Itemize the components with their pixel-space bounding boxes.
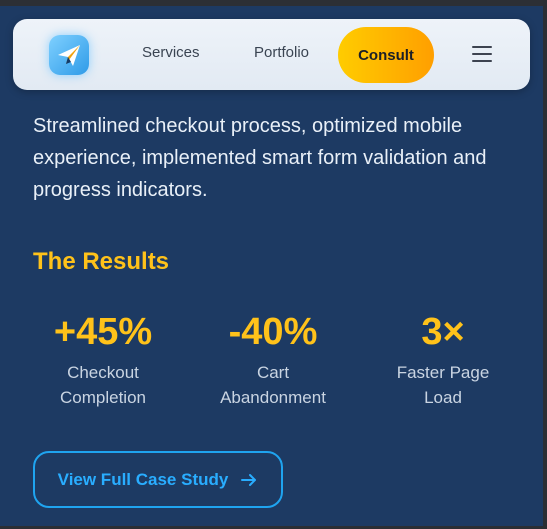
stat-checkout-completion: +45% Checkout Completion <box>18 310 188 410</box>
stat-label-line: Cart <box>256 363 290 382</box>
project-description: Streamlined checkout process, optimized … <box>33 115 487 201</box>
stat-label: Faster Page Load <box>358 360 528 410</box>
consult-button[interactable]: Consult <box>338 27 434 83</box>
stat-cart-abandonment: -40% Cart Abandonment <box>188 310 358 410</box>
logo[interactable] <box>49 35 89 75</box>
stat-label: Checkout Completion <box>18 360 188 410</box>
stat-label-line: Completion <box>60 388 146 407</box>
stat-value: +45% <box>53 311 153 353</box>
view-case-study-button[interactable]: View Full Case Study <box>33 451 283 508</box>
stat-label: Cart Abandonment <box>188 360 358 410</box>
window-frame-right <box>543 0 547 529</box>
stat-label-line: Abandonment <box>220 388 326 407</box>
paper-plane-icon <box>58 45 80 66</box>
nav-link-portfolio[interactable]: Portfolio <box>254 44 309 61</box>
navbar: Services Portfolio Consult <box>13 19 530 90</box>
stat-value: -40% <box>228 311 318 353</box>
nav-link-services[interactable]: Services <box>142 44 200 61</box>
stat-label-line: Faster Page <box>396 363 490 382</box>
stat-label-line: Checkout <box>67 363 139 382</box>
hamburger-menu-icon[interactable] <box>472 46 492 62</box>
view-case-study-label: View Full Case Study <box>57 469 229 489</box>
stat-value: 3× <box>421 311 465 353</box>
stat-label-line: Load <box>424 388 462 407</box>
window-top-strip <box>0 0 547 6</box>
arrow-right-icon <box>241 473 257 486</box>
stat-page-load: 3× Faster Page Load <box>358 310 528 410</box>
consult-button-label: Consult <box>358 46 414 64</box>
results-heading: The Results <box>33 248 170 275</box>
